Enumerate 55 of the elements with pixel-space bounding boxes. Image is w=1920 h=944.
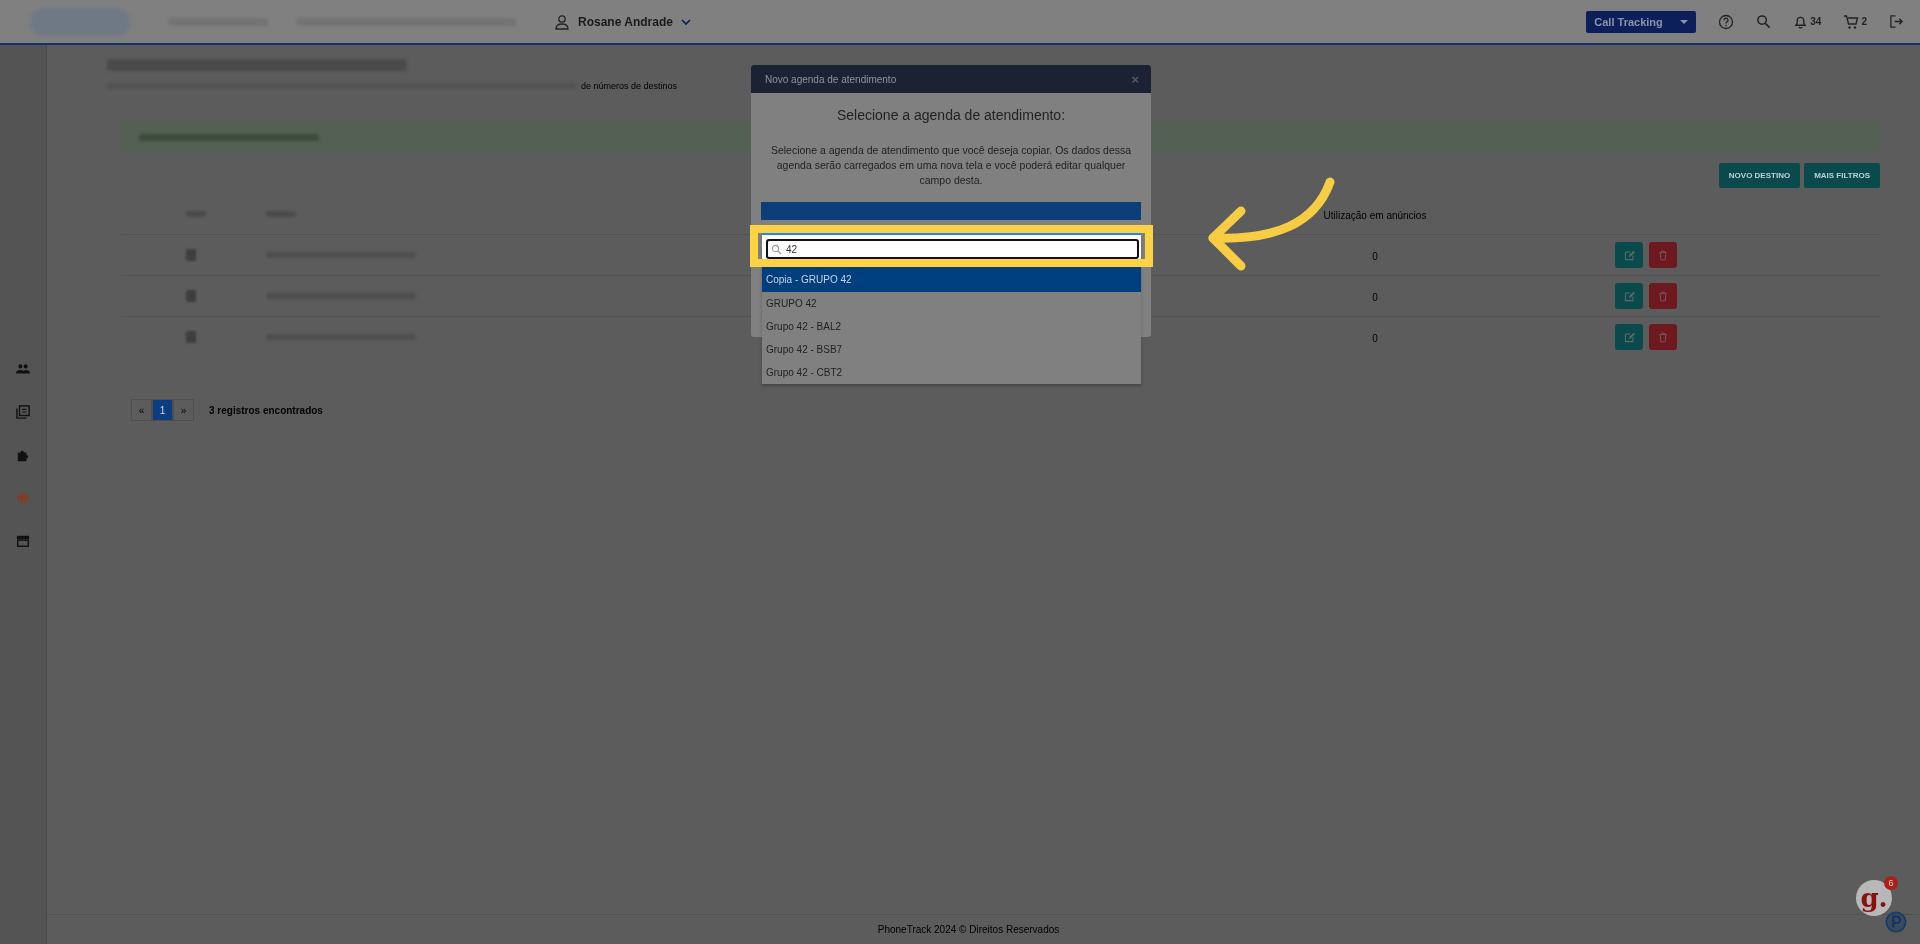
select-field[interactable] (761, 202, 1141, 220)
chevron-down-icon (680, 16, 691, 27)
modal-title: Novo agenda de atendimento (765, 73, 897, 85)
delete-button[interactable] (1649, 242, 1677, 268)
app-logo-icon[interactable] (1885, 911, 1907, 933)
bell-icon[interactable] (1793, 14, 1809, 29)
edit-button[interactable] (1615, 283, 1643, 309)
dropdown-option[interactable]: GRUPO 42 (762, 292, 1141, 315)
records-count: 3 registros encontrados (209, 404, 323, 416)
search-icon (771, 244, 782, 255)
notification-count: 34 (1810, 16, 1822, 27)
user-icon (554, 13, 570, 30)
table-cell: 0 (1372, 251, 1378, 262)
trash-icon (1658, 249, 1668, 261)
trash-icon (1658, 331, 1668, 343)
store-icon[interactable] (16, 534, 30, 548)
modal-description: Selecione a agenda de atendimento que você deseja copiar. Os dados dessa agenda serão carregados em uma nova tela e você poderá editar qualquer campo desta. (769, 143, 1133, 188)
action-button[interactable]: MAIS FILTROS (1804, 163, 1880, 188)
cart-count: 2 (1861, 16, 1867, 27)
edit-button[interactable] (1615, 324, 1643, 350)
dropdown-option[interactable]: Grupo 42 - BAL2 (762, 315, 1141, 338)
edit-icon (1623, 331, 1635, 343)
people-icon[interactable] (16, 362, 30, 376)
edit-icon (1623, 249, 1635, 261)
edit-button[interactable] (1615, 242, 1643, 268)
modal-heading: Selecione a agenda de atendimento: (835, 107, 1067, 123)
caret-icon (1680, 19, 1689, 24)
trash-icon (1658, 290, 1668, 302)
page-button[interactable]: 1 (152, 399, 173, 421)
puzzle-icon[interactable] (16, 448, 30, 462)
action-button[interactable]: NOVO DESTINO (1718, 163, 1801, 188)
blurred-icon (186, 249, 196, 261)
column-header: Utilização em anúncios (1323, 210, 1427, 221)
breadcrumb-text: de números de destinos (581, 81, 678, 91)
dropdown-option[interactable]: Grupo 42 - BSB7 (762, 338, 1141, 361)
footer-text: PhoneTrack 2024 © Direitos Reservados (877, 924, 1060, 935)
search-icon[interactable] (1756, 14, 1772, 29)
cart-icon[interactable] (1843, 13, 1860, 30)
user-menu[interactable]: Rosane Andrade (578, 14, 673, 29)
blurred-icon (186, 331, 196, 343)
close-button[interactable]: × (1131, 71, 1139, 87)
blurred-icon (186, 290, 196, 302)
logout-icon[interactable] (1889, 14, 1904, 29)
book-icon[interactable] (16, 405, 30, 419)
delete-button[interactable] (1649, 283, 1677, 309)
previous-page-button[interactable]: « (131, 399, 152, 421)
dropdown-option[interactable]: Copia - GRUPO 42 (762, 265, 1141, 292)
edit-icon (1623, 290, 1635, 302)
product-select[interactable]: Call Tracking (1586, 10, 1697, 33)
table-cell: 0 (1372, 292, 1378, 303)
help-icon[interactable] (1718, 13, 1735, 30)
dropdown-option[interactable]: Grupo 42 - CBT2 (762, 361, 1141, 384)
delete-button[interactable] (1649, 324, 1677, 350)
table-cell: 0 (1372, 333, 1378, 344)
next-page-button[interactable]: » (173, 399, 194, 421)
